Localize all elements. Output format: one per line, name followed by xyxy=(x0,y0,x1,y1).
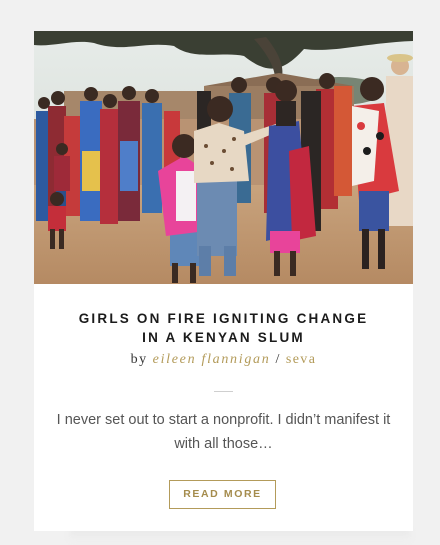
byline-prefix: by xyxy=(130,352,148,367)
post-byline: by eileen flannigan / seva xyxy=(34,352,413,368)
post-excerpt: I never set out to start a nonprofit. I … xyxy=(56,412,391,452)
post-title-line-1: GIRLS ON FIRE IGNITING CHANGE xyxy=(78,311,369,326)
post-featured-image[interactable] xyxy=(34,31,413,284)
author-link[interactable]: eileen flannigan xyxy=(153,352,271,367)
blog-post-card: GIRLS ON FIRE IGNITING CHANGE IN A KENYA… xyxy=(34,31,413,531)
category-link[interactable]: seva xyxy=(286,352,316,367)
post-title[interactable]: GIRLS ON FIRE IGNITING CHANGE IN A KENYA… xyxy=(34,309,413,347)
divider xyxy=(214,391,233,392)
byline-separator: / xyxy=(275,352,281,367)
read-more-button[interactable]: READ MORE xyxy=(169,480,276,509)
post-title-line-2: IN A KENYAN SLUM xyxy=(142,330,305,345)
